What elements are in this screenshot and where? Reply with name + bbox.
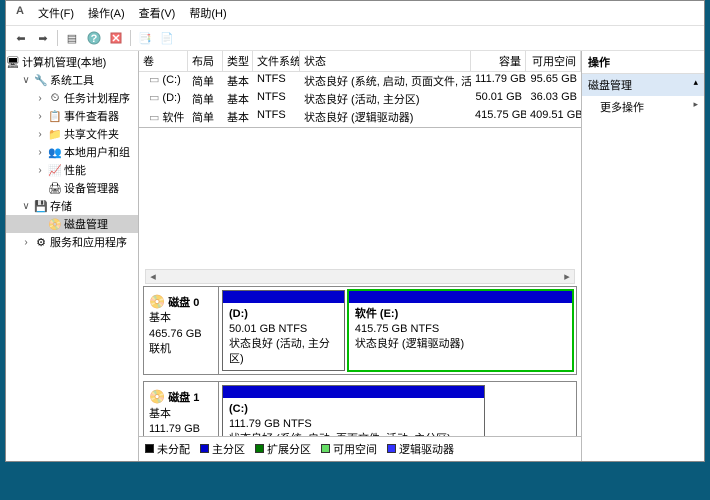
- svg-text:?: ?: [91, 33, 98, 45]
- settings-button[interactable]: 📑: [134, 28, 156, 48]
- tree-device-manager[interactable]: 🖨设备管理器: [6, 179, 138, 197]
- clock-icon: ⏲: [48, 91, 62, 105]
- refresh-button[interactable]: [105, 28, 127, 48]
- menu-help[interactable]: 帮助(H): [183, 3, 232, 23]
- tree-local-users[interactable]: ›👥本地用户和组: [6, 143, 138, 161]
- storage-icon: 💾: [34, 199, 48, 213]
- volume-row[interactable]: ▭软件 (E:)简单基本NTFS状态良好 (逻辑驱动器)415.75 GB409…: [139, 108, 581, 126]
- col-volume[interactable]: 卷: [139, 51, 188, 71]
- menu-view[interactable]: 查看(V): [133, 3, 182, 23]
- actions-more[interactable]: 更多操作: [582, 96, 704, 118]
- back-button[interactable]: ⬅: [10, 28, 32, 48]
- disk-0-row[interactable]: 📀磁盘 0 基本 465.76 GB 联机 (D:)50.01 GB NTFS状…: [143, 286, 577, 375]
- col-status[interactable]: 状态: [300, 51, 471, 71]
- menubar: A 文件(F) 操作(A) 查看(V) 帮助(H): [6, 1, 704, 26]
- partition-c[interactable]: (C:)111.79 GB NTFS状态良好 (系统, 启动, 页面文件, 活动…: [222, 385, 485, 436]
- partition-bar: [349, 291, 572, 303]
- disk-icon: 📀: [149, 294, 165, 309]
- drive-icon: ▭: [149, 92, 159, 104]
- disk-layout-panel: 📀磁盘 0 基本 465.76 GB 联机 (D:)50.01 GB NTFS状…: [139, 286, 581, 436]
- forward-button[interactable]: ➡: [32, 28, 54, 48]
- folder-icon: 📁: [48, 127, 62, 141]
- perf-icon: 📈: [48, 163, 62, 177]
- window-title-prefix: A: [10, 3, 30, 23]
- expand-icon[interactable]: ›: [34, 129, 46, 140]
- horizontal-scrollbar[interactable]: ◂▸: [145, 269, 575, 284]
- list-scroll-area: ◂▸: [139, 128, 581, 286]
- expand-icon[interactable]: ›: [20, 237, 32, 248]
- nav-tree[interactable]: 🖥计算机管理(本地) ∨🔧系统工具 ›⏲任务计划程序 ›📋事件查看器 ›📁共享文…: [6, 51, 139, 461]
- users-icon: 👥: [48, 145, 62, 159]
- legend-swatch-logical: [387, 444, 396, 453]
- expand-icon[interactable]: ›: [34, 147, 46, 158]
- volume-row[interactable]: ▭(C:)简单基本NTFS状态良好 (系统, 启动, 页面文件, 活动, 主分区…: [139, 72, 581, 90]
- computer-management-window: A 文件(F) 操作(A) 查看(V) 帮助(H) ⬅ ➡ ▤ ? 📑 📄 🖥计…: [5, 0, 705, 462]
- toolbar: ⬅ ➡ ▤ ? 📑 📄: [6, 26, 704, 51]
- drive-icon: ▭: [149, 112, 159, 124]
- tree-storage[interactable]: ∨💾存储: [6, 197, 138, 215]
- partition-bar: [223, 386, 484, 398]
- computer-icon: 🖥: [6, 55, 20, 69]
- legend-swatch-free: [321, 444, 330, 453]
- main-body: 🖥计算机管理(本地) ∨🔧系统工具 ›⏲任务计划程序 ›📋事件查看器 ›📁共享文…: [6, 51, 704, 461]
- disk-icon: 📀: [48, 217, 62, 231]
- col-fs[interactable]: 文件系统: [253, 51, 300, 71]
- expand-icon[interactable]: ∨: [20, 75, 32, 86]
- tools-icon: 🔧: [34, 73, 48, 87]
- expand-icon[interactable]: ›: [34, 165, 46, 176]
- actions-panel: 操作 磁盘管理 更多操作: [582, 51, 704, 461]
- help-button[interactable]: ?: [83, 28, 105, 48]
- actions-context[interactable]: 磁盘管理: [582, 74, 704, 96]
- expand-icon[interactable]: ›: [34, 93, 46, 104]
- device-icon: 🖨: [48, 181, 62, 195]
- disk-1-info: 📀磁盘 1 基本 111.79 GB 联机: [144, 382, 219, 436]
- tree-task-scheduler[interactable]: ›⏲任务计划程序: [6, 89, 138, 107]
- drive-icon: ▭: [149, 74, 159, 86]
- disk-1-row[interactable]: 📀磁盘 1 基本 111.79 GB 联机 (C:)111.79 GB NTFS…: [143, 381, 577, 436]
- services-icon: ⚙: [34, 235, 48, 249]
- disk-0-info: 📀磁盘 0 基本 465.76 GB 联机: [144, 287, 219, 374]
- col-layout[interactable]: 布局: [188, 51, 223, 71]
- legend-swatch-extended: [255, 444, 264, 453]
- legend: 未分配 主分区 扩展分区 可用空间 逻辑驱动器: [139, 436, 581, 461]
- tree-root[interactable]: 🖥计算机管理(本地): [6, 53, 138, 71]
- disk-icon: 📀: [149, 389, 165, 404]
- show-hide-tree-button[interactable]: ▤: [61, 28, 83, 48]
- menu-file[interactable]: 文件(F): [32, 3, 80, 23]
- menu-action[interactable]: 操作(A): [82, 3, 131, 23]
- tree-event-viewer[interactable]: ›📋事件查看器: [6, 107, 138, 125]
- expand-icon[interactable]: ∨: [20, 201, 32, 212]
- tree-system-tools[interactable]: ∨🔧系统工具: [6, 71, 138, 89]
- legend-swatch-unallocated: [145, 444, 154, 453]
- col-free[interactable]: 可用空间: [526, 51, 581, 71]
- col-type[interactable]: 类型: [223, 51, 253, 71]
- scroll-right-icon[interactable]: ▸: [560, 270, 574, 283]
- list-button[interactable]: 📄: [156, 28, 178, 48]
- tree-shared-folders[interactable]: ›📁共享文件夹: [6, 125, 138, 143]
- partition-bar: [223, 291, 344, 303]
- expand-icon[interactable]: ›: [34, 111, 46, 122]
- col-capacity[interactable]: 容量: [471, 51, 526, 71]
- tree-disk-management[interactable]: 📀磁盘管理: [6, 215, 138, 233]
- legend-swatch-primary: [200, 444, 209, 453]
- tree-performance[interactable]: ›📈性能: [6, 161, 138, 179]
- volume-list-header: 卷 布局 类型 文件系统 状态 容量 可用空间: [139, 51, 581, 72]
- volume-list[interactable]: ▭(C:)简单基本NTFS状态良好 (系统, 启动, 页面文件, 活动, 主分区…: [139, 72, 581, 128]
- actions-header: 操作: [582, 51, 704, 74]
- center-panel: 卷 布局 类型 文件系统 状态 容量 可用空间 ▭(C:)简单基本NTFS状态良…: [139, 51, 582, 461]
- partition-e[interactable]: 软件 (E:)415.75 GB NTFS状态良好 (逻辑驱动器): [348, 290, 573, 371]
- volume-row[interactable]: ▭(D:)简单基本NTFS状态良好 (活动, 主分区)50.01 GB36.03…: [139, 90, 581, 108]
- tree-services-apps[interactable]: ›⚙服务和应用程序: [6, 233, 138, 251]
- scroll-left-icon[interactable]: ◂: [146, 270, 160, 283]
- partition-d[interactable]: (D:)50.01 GB NTFS状态良好 (活动, 主分区): [222, 290, 345, 371]
- event-icon: 📋: [48, 109, 62, 123]
